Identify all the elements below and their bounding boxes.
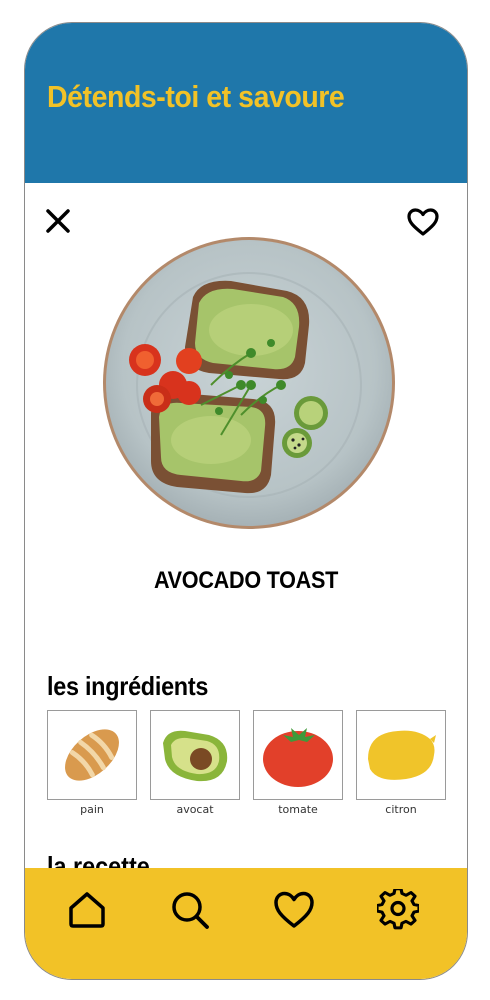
ingredient-item[interactable]: avocat <box>150 710 240 816</box>
ingredient-tile <box>150 710 240 800</box>
recipe-title: AVOCADO TOAST <box>153 567 339 594</box>
heart-icon <box>274 891 314 928</box>
ingredient-label: citron <box>385 803 417 816</box>
ingredient-item[interactable]: tomate <box>253 710 343 816</box>
settings-icon <box>377 889 419 930</box>
tab-favorites[interactable] <box>272 888 316 932</box>
avocado-toast-photo <box>103 237 395 529</box>
heart-outline-icon <box>407 208 439 236</box>
header-title: Détends-toi et savoure <box>47 79 345 114</box>
tomato-icon <box>263 728 333 787</box>
app-header: Détends-toi et savoure <box>25 23 467 183</box>
lemon-icon <box>368 730 436 780</box>
close-icon <box>46 209 70 233</box>
ingredient-label: avocat <box>176 803 214 816</box>
ingredient-label: tomate <box>278 803 318 816</box>
ingredient-tile <box>356 710 446 800</box>
ingredient-item[interactable]: pain <box>47 710 137 816</box>
ingredient-tile <box>47 710 137 800</box>
bottom-tab-bar <box>25 868 467 979</box>
avocado-icon <box>163 730 228 782</box>
search-icon <box>172 892 209 929</box>
bread-icon <box>65 729 119 781</box>
tab-home[interactable] <box>65 888 109 932</box>
home-icon <box>69 892 105 928</box>
ingredients-heading: les ingrédients <box>47 671 209 701</box>
ingredient-label: pain <box>80 803 104 816</box>
tab-settings[interactable] <box>376 888 420 932</box>
ingredient-tile <box>253 710 343 800</box>
close-button[interactable] <box>42 205 74 237</box>
favorite-button[interactable] <box>405 205 441 239</box>
ingredients-list: pain avocat tomate citron <box>47 710 447 820</box>
phone-frame: Détends-toi et savoure AVOCADO TOAST les… <box>24 22 468 980</box>
ingredient-item[interactable]: citron <box>356 710 446 816</box>
tab-search[interactable] <box>168 888 212 932</box>
